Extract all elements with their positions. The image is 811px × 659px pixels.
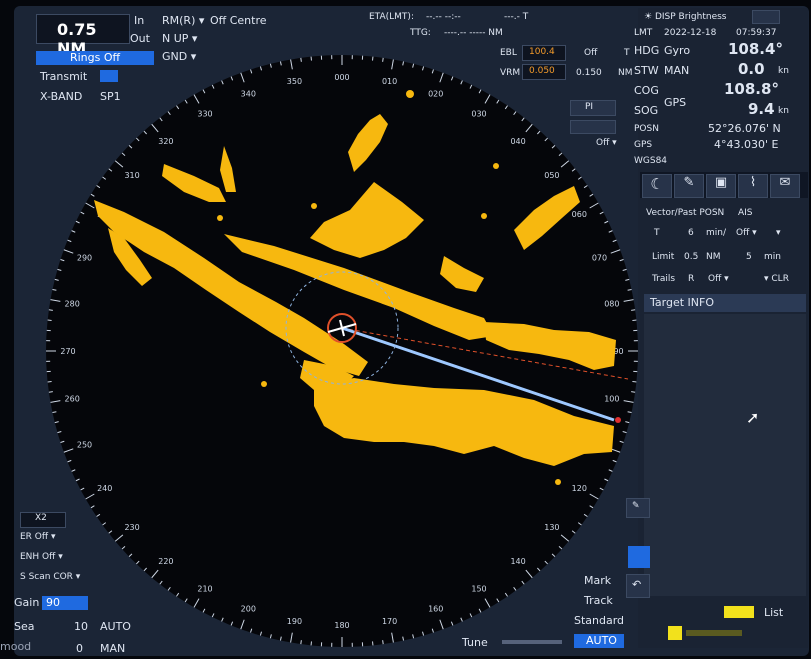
bearing-label: 200 (241, 604, 256, 613)
watermark: mood (0, 640, 32, 653)
bearing-label: 020 (428, 90, 443, 99)
bearing-label: 160 (428, 604, 443, 613)
radar-display: 0.75 NM In Out RM(R) ▾ Off Centre N UP ▾… (14, 6, 809, 656)
radar-echo (493, 163, 499, 169)
bearing-label: 210 (197, 584, 212, 593)
bearing-label: 000 (334, 73, 349, 82)
bearing-label: 320 (158, 137, 173, 146)
heading-marker (615, 417, 621, 423)
bearing-label: 030 (471, 110, 486, 119)
bearing-label: 250 (77, 441, 92, 450)
bearing-label: 240 (97, 484, 112, 493)
bearing-label: 130 (544, 523, 559, 532)
bearing-label: 280 (65, 299, 80, 308)
bearing-label: 270 (60, 347, 75, 356)
bearing-tick (631, 309, 636, 311)
bearing-tick (300, 57, 302, 62)
bearing-label: 150 (471, 584, 486, 593)
bearing-label: 140 (510, 557, 525, 566)
bearing-label: 120 (572, 484, 587, 493)
bearing-label: 350 (287, 77, 302, 86)
bearing-tick (48, 309, 53, 311)
radar-echo (311, 203, 317, 209)
radar-echo (217, 215, 223, 221)
bearing-label: 060 (572, 210, 587, 219)
bearing-label: 180 (334, 621, 349, 630)
bearing-tick (382, 57, 384, 62)
bearing-tick (382, 640, 384, 645)
radar-echo (555, 479, 561, 485)
radar-echo (261, 381, 267, 387)
bearing-tick (631, 391, 636, 393)
bearing-label: 220 (158, 557, 173, 566)
bearing-label: 330 (197, 110, 212, 119)
bearing-tick (48, 391, 53, 393)
bearing-label: 310 (124, 171, 139, 180)
radar-scope[interactable]: 0000100200300400500600700800901001101201… (14, 6, 809, 656)
bearing-label: 170 (382, 617, 397, 626)
radar-echo (406, 90, 414, 98)
bearing-label: 050 (544, 171, 559, 180)
bearing-tick (300, 640, 302, 645)
bearing-label: 010 (382, 77, 397, 86)
bearing-label: 230 (124, 523, 139, 532)
bearing-label: 100 (604, 395, 619, 404)
bearing-label: 260 (65, 395, 80, 404)
bearing-label: 190 (287, 617, 302, 626)
radar-echo (481, 213, 487, 219)
bearing-label: 040 (510, 137, 525, 146)
bearing-label: 070 (592, 253, 607, 262)
bearing-label: 290 (77, 253, 92, 262)
bearing-label: 340 (241, 90, 256, 99)
bearing-label: 080 (604, 299, 619, 308)
